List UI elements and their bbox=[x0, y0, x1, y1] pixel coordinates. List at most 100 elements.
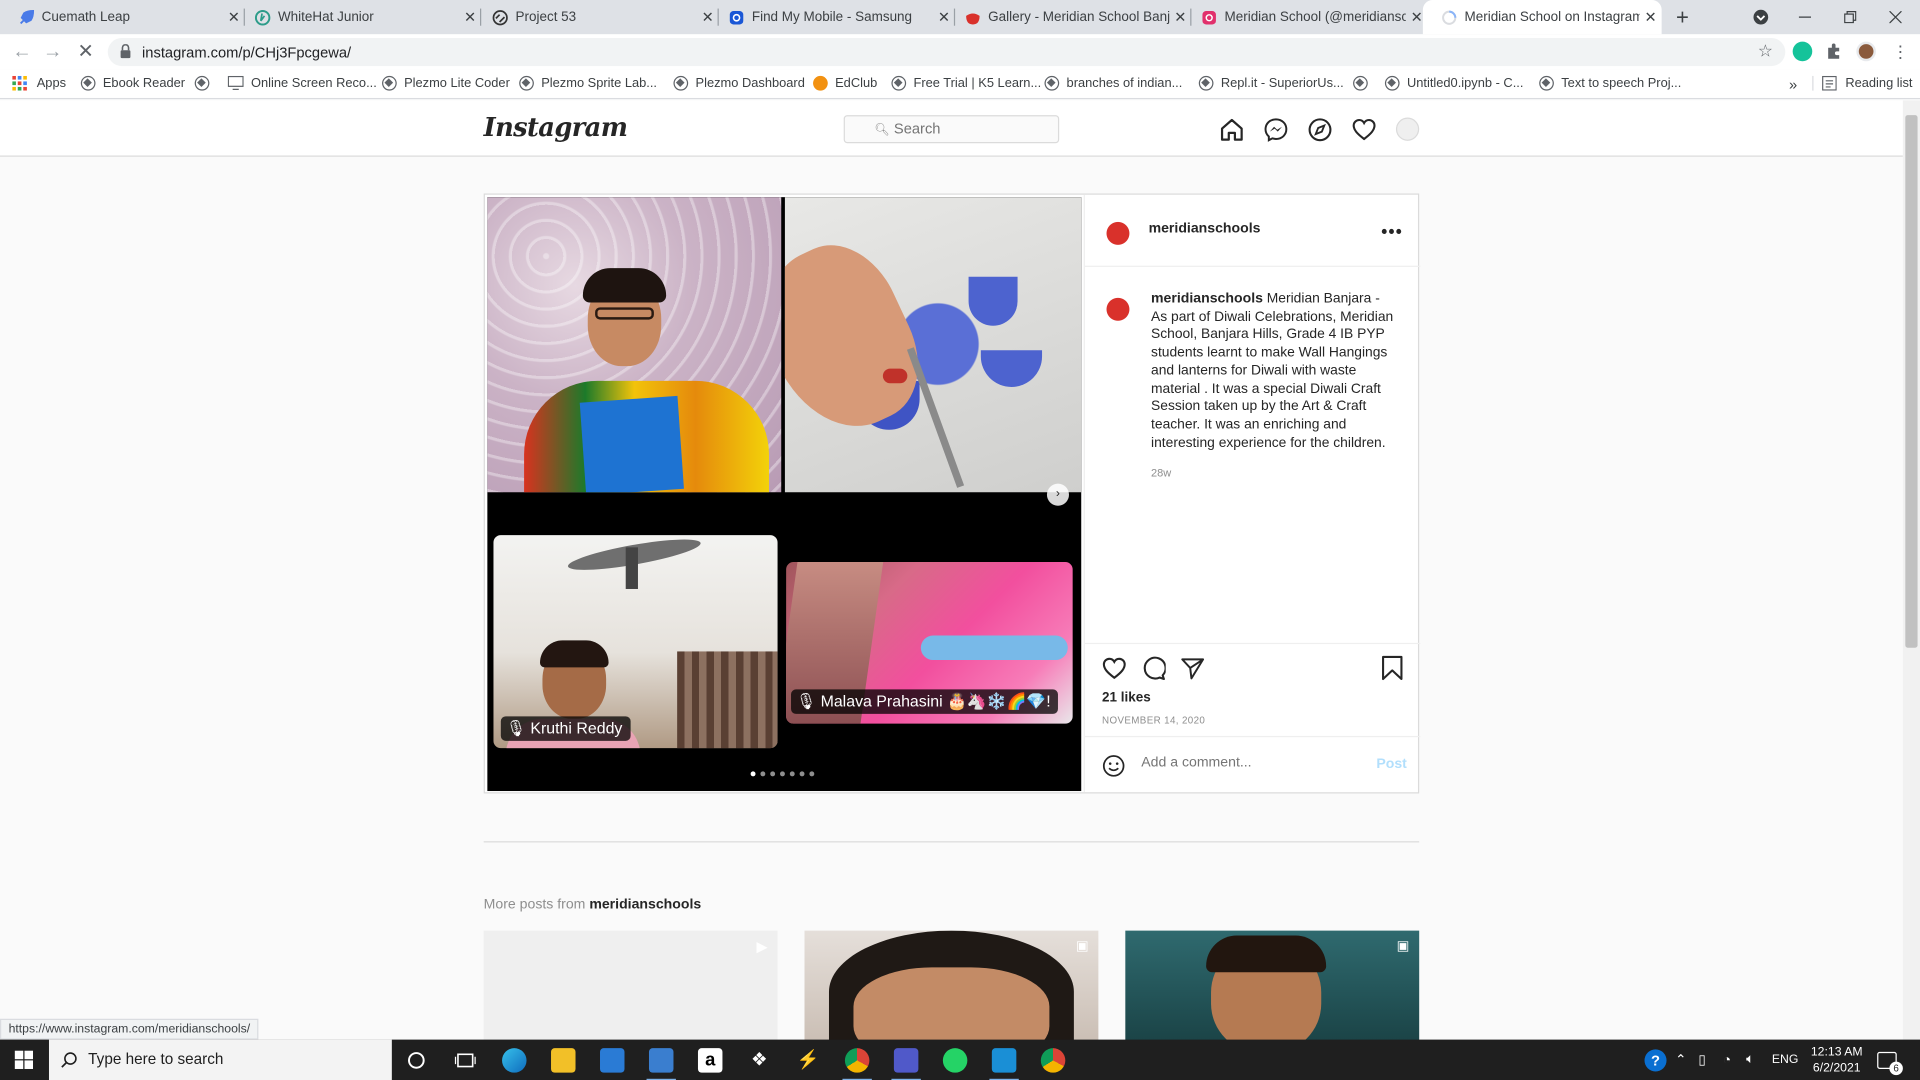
dropbox-icon[interactable]: ❖ bbox=[747, 1048, 771, 1072]
home-icon[interactable] bbox=[1220, 118, 1244, 142]
address-bar[interactable]: instagram.com/p/CHj3Fpcgewa/ ☆ bbox=[107, 37, 1786, 67]
bookmark-item[interactable]: Free Trial | K5 Learn... bbox=[891, 75, 1041, 91]
cortana-icon[interactable] bbox=[404, 1048, 428, 1072]
lock-icon bbox=[120, 43, 131, 59]
scrollbar-thumb[interactable] bbox=[1905, 115, 1918, 648]
edge-browser-icon[interactable] bbox=[502, 1048, 527, 1073]
microsoft-store-icon[interactable] bbox=[646, 1048, 676, 1080]
chrome-icon[interactable] bbox=[842, 1048, 872, 1080]
bookmark-item[interactable]: Ebook Reader bbox=[80, 75, 185, 91]
close-tab-icon[interactable]: ✕ bbox=[1640, 9, 1662, 26]
browser-menu-icon[interactable]: ⋮ bbox=[1891, 42, 1911, 62]
apps-grid-icon bbox=[12, 75, 27, 91]
amazon-icon[interactable]: a bbox=[697, 1048, 723, 1073]
file-explorer-icon[interactable] bbox=[551, 1048, 576, 1073]
app-icon[interactable] bbox=[989, 1048, 1019, 1080]
bookmark-apps[interactable]: Apps bbox=[12, 75, 66, 91]
bookmark-item[interactable]: Untitled0.ipynb - C... bbox=[1384, 75, 1523, 91]
bookmark-item[interactable]: Repl.it - SuperiorUs... bbox=[1198, 75, 1344, 91]
minimize-icon[interactable] bbox=[1791, 0, 1818, 34]
browser-tab[interactable]: Gallery - Meridian School Banjara ✕ bbox=[947, 0, 1192, 34]
language-indicator[interactable]: ENG bbox=[1772, 1040, 1799, 1080]
emoji-smiley-icon[interactable] bbox=[1102, 754, 1125, 777]
post-media-carousel[interactable]: › 🎙︎ Kruthi Reddy 🎙︎ Malava Prahasini 🎂🦄… bbox=[487, 197, 1082, 792]
notifications-icon[interactable]: 6 bbox=[1877, 1040, 1903, 1080]
browser-tab[interactable]: Meridian School (@meridianschools) ✕ bbox=[1183, 0, 1428, 34]
messenger-icon[interactable] bbox=[1264, 118, 1288, 142]
reading-list-button[interactable]: Reading list bbox=[1812, 75, 1913, 91]
chrome-icon[interactable] bbox=[1040, 1048, 1066, 1073]
bookmark-item[interactable]: Text to speech Proj... bbox=[1539, 75, 1681, 91]
app-icon[interactable]: ⚡ bbox=[796, 1048, 820, 1072]
help-icon[interactable]: ? bbox=[1644, 1040, 1667, 1080]
grammarly-extension-icon[interactable] bbox=[1792, 41, 1813, 62]
bookmarks-overflow-button[interactable]: » bbox=[1789, 76, 1797, 93]
bookmark-item[interactable] bbox=[194, 75, 217, 91]
more-post-thumbnail[interactable]: ▶ bbox=[483, 930, 778, 1041]
clock[interactable]: 12:13 AM 6/2/2021 bbox=[1807, 1040, 1866, 1080]
whitehat-icon bbox=[253, 9, 270, 26]
mail-icon[interactable] bbox=[600, 1048, 625, 1073]
bookmark-star-icon[interactable]: ☆ bbox=[1758, 40, 1773, 61]
author-username[interactable]: meridianschools bbox=[1149, 222, 1261, 237]
rocket-icon bbox=[17, 9, 34, 26]
taskbar-search[interactable]: Type here to search bbox=[48, 1039, 392, 1080]
bookmark-item[interactable]: branches of indian... bbox=[1044, 75, 1182, 91]
wifi-icon[interactable]: ◔ bbox=[1723, 1040, 1731, 1080]
caption-username[interactable]: meridianschools bbox=[1151, 291, 1263, 306]
globe-icon bbox=[80, 75, 96, 91]
share-send-icon[interactable] bbox=[1180, 656, 1205, 680]
activity-heart-icon[interactable] bbox=[1352, 118, 1376, 142]
more-post-thumbnail[interactable]: ▣ bbox=[1125, 930, 1420, 1041]
task-view-icon[interactable] bbox=[453, 1048, 477, 1072]
more-posts-username[interactable]: meridianschools bbox=[589, 898, 701, 913]
bookmark-item[interactable]: Plezmo Lite Coder bbox=[382, 75, 510, 91]
battery-icon[interactable]: ▯ bbox=[1698, 1040, 1705, 1080]
whatsapp-icon[interactable] bbox=[942, 1048, 968, 1073]
search-box[interactable]: 🔍︎ bbox=[843, 115, 1060, 144]
bookmark-item[interactable]: EdClub bbox=[813, 75, 877, 91]
teams-icon[interactable] bbox=[891, 1048, 921, 1080]
likes-count[interactable]: 21 likes bbox=[1102, 691, 1151, 706]
author-avatar[interactable] bbox=[1102, 214, 1134, 247]
bookmark-item[interactable]: Plezmo Dashboard bbox=[673, 75, 805, 91]
profile-avatar[interactable] bbox=[1856, 41, 1876, 62]
profile-avatar[interactable] bbox=[1395, 117, 1420, 141]
browser-tab[interactable]: Project 53 ✕ bbox=[474, 0, 719, 34]
browser-tab[interactable]: Cuemath Leap ✕ bbox=[0, 0, 245, 34]
bookmark-item[interactable]: Plezmo Sprite Lab... bbox=[519, 75, 657, 91]
forward-icon[interactable]: → bbox=[40, 40, 64, 64]
back-icon[interactable]: ← bbox=[10, 40, 34, 64]
browser-toolbar: ← → ✕ instagram.com/p/CHj3Fpcgewa/ ☆ ⋮ bbox=[0, 34, 1920, 70]
carousel-next-icon[interactable]: › bbox=[1046, 483, 1069, 506]
page-scrollbar[interactable] bbox=[1902, 100, 1920, 1041]
post-comment-button[interactable]: Post bbox=[1376, 757, 1407, 772]
start-button[interactable] bbox=[0, 1040, 49, 1080]
instagram-logo[interactable]: Instagram bbox=[484, 111, 628, 142]
restore-icon[interactable] bbox=[1837, 0, 1864, 34]
tab-search-icon[interactable] bbox=[1749, 0, 1773, 34]
browser-tab[interactable]: Find My Mobile - Samsung ✕ bbox=[710, 0, 956, 34]
volume-icon[interactable]: 🔈︎ bbox=[1746, 1040, 1754, 1080]
comment-icon[interactable] bbox=[1141, 656, 1166, 681]
bookmark-item[interactable]: Online Screen Reco... bbox=[227, 75, 377, 91]
post-age[interactable]: 28w bbox=[1151, 467, 1171, 479]
monitor-icon bbox=[227, 75, 244, 91]
browser-tab[interactable]: WhiteHat Junior ✕ bbox=[236, 0, 482, 34]
browser-tab-active[interactable]: Meridian School on Instagram: "Meridian … bbox=[1422, 0, 1662, 35]
show-hidden-icons[interactable]: ⌃ bbox=[1675, 1040, 1686, 1080]
extensions-puzzle-icon[interactable] bbox=[1825, 42, 1845, 62]
bookmark-item[interactable] bbox=[1353, 75, 1375, 91]
close-window-icon[interactable] bbox=[1882, 0, 1909, 34]
more-options-icon[interactable]: ••• bbox=[1381, 222, 1403, 242]
new-tab-button[interactable]: + bbox=[1668, 0, 1697, 34]
post-date[interactable]: NOVEMBER 14, 2020 bbox=[1102, 715, 1205, 726]
comment-input[interactable] bbox=[1141, 755, 1362, 771]
more-post-thumbnail[interactable]: ▣ bbox=[804, 930, 1099, 1041]
search-input[interactable] bbox=[893, 120, 1029, 138]
save-bookmark-icon[interactable] bbox=[1381, 655, 1403, 681]
stop-loading-icon[interactable]: ✕ bbox=[73, 40, 97, 64]
caption-avatar[interactable] bbox=[1102, 290, 1134, 323]
explore-compass-icon[interactable] bbox=[1308, 118, 1332, 142]
like-heart-icon[interactable] bbox=[1102, 656, 1126, 680]
